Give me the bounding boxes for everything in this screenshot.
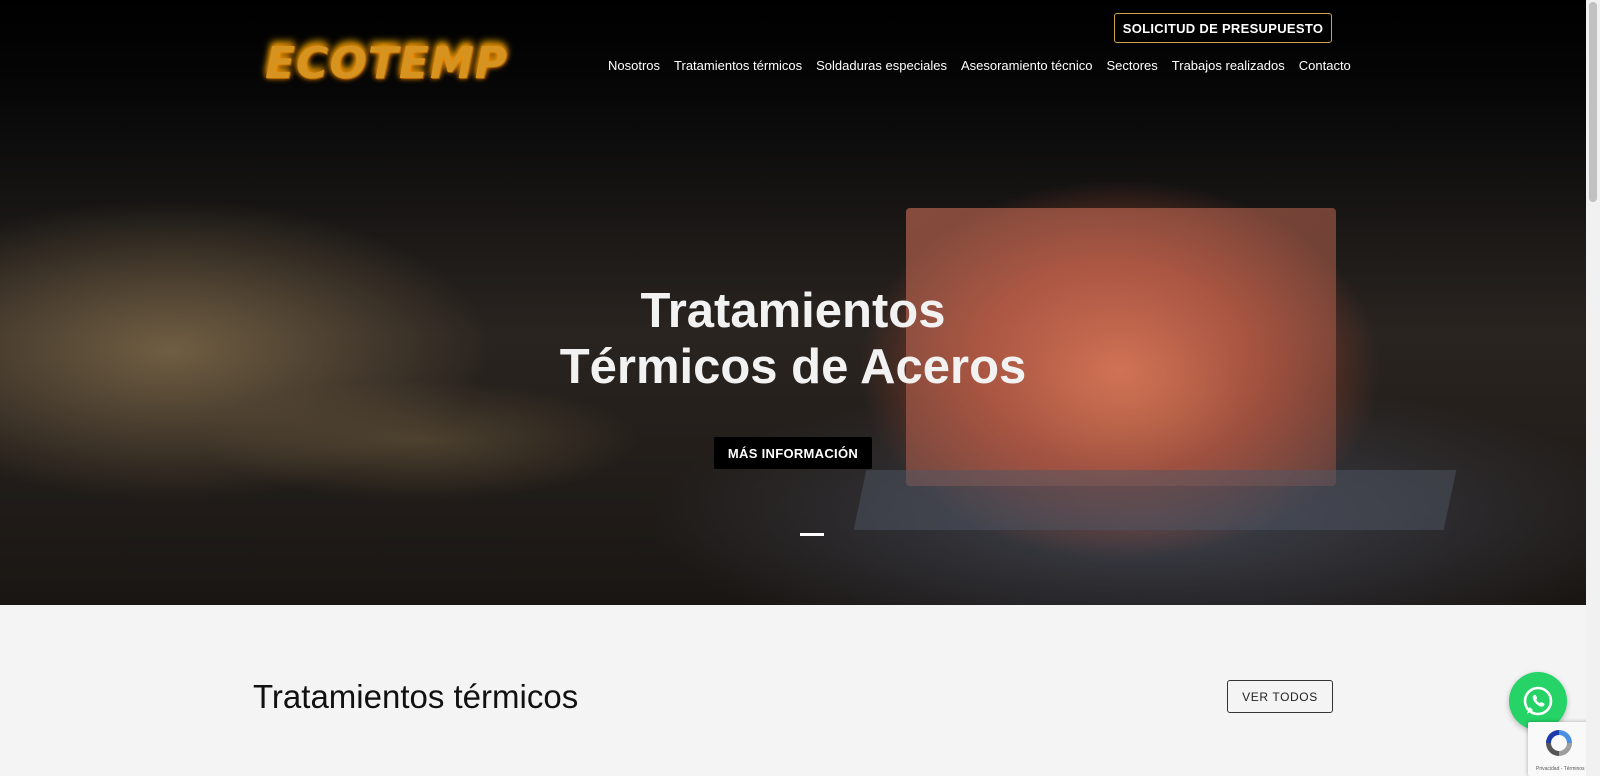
hero-title-line-2: Térmicos de Aceros <box>559 340 1027 394</box>
nav-item-asesoramiento-tecnico[interactable]: Asesoramiento técnico <box>961 58 1093 76</box>
nav-item-soldaduras-especiales[interactable]: Soldaduras especiales <box>816 58 947 76</box>
nav-item-sectores[interactable]: Sectores <box>1106 58 1157 76</box>
nav-item-tratamientos-termicos[interactable]: Tratamientos térmicos <box>674 58 802 76</box>
page-scrollbar[interactable] <box>1586 0 1600 776</box>
main-nav: Nosotros Tratamientos térmicos Soldadura… <box>608 58 1351 76</box>
scrollbar-thumb[interactable] <box>1589 2 1597 202</box>
recaptcha-icon <box>1546 730 1572 756</box>
hero-title: Tratamientos Térmicos de Aceros <box>0 283 1586 395</box>
view-all-button[interactable]: VER TODOS <box>1227 680 1333 713</box>
quote-request-button[interactable]: SOLICITUD DE PRESUPUESTO <box>1114 13 1332 43</box>
whatsapp-icon <box>1523 686 1553 716</box>
recaptcha-links[interactable]: Privacidad - Términos <box>1536 766 1585 772</box>
nav-item-contacto[interactable]: Contacto <box>1299 58 1351 76</box>
nav-item-trabajos-realizados[interactable]: Trabajos realizados <box>1172 58 1285 76</box>
recaptcha-badge[interactable]: Privacidad - Términos <box>1528 722 1592 776</box>
section-title: Tratamientos térmicos <box>253 678 579 715</box>
slider-indicator[interactable] <box>800 533 824 536</box>
hero-banner: ECOTEMP SOLICITUD DE PRESUPUESTO Nosotro… <box>0 0 1586 605</box>
more-info-button[interactable]: MÁS INFORMACIÓN <box>714 437 872 469</box>
hero-tray <box>853 470 1457 530</box>
hero-title-line-1: Tratamientos <box>640 284 946 338</box>
site-logo[interactable]: ECOTEMP <box>265 38 508 89</box>
nav-item-nosotros[interactable]: Nosotros <box>608 58 660 76</box>
